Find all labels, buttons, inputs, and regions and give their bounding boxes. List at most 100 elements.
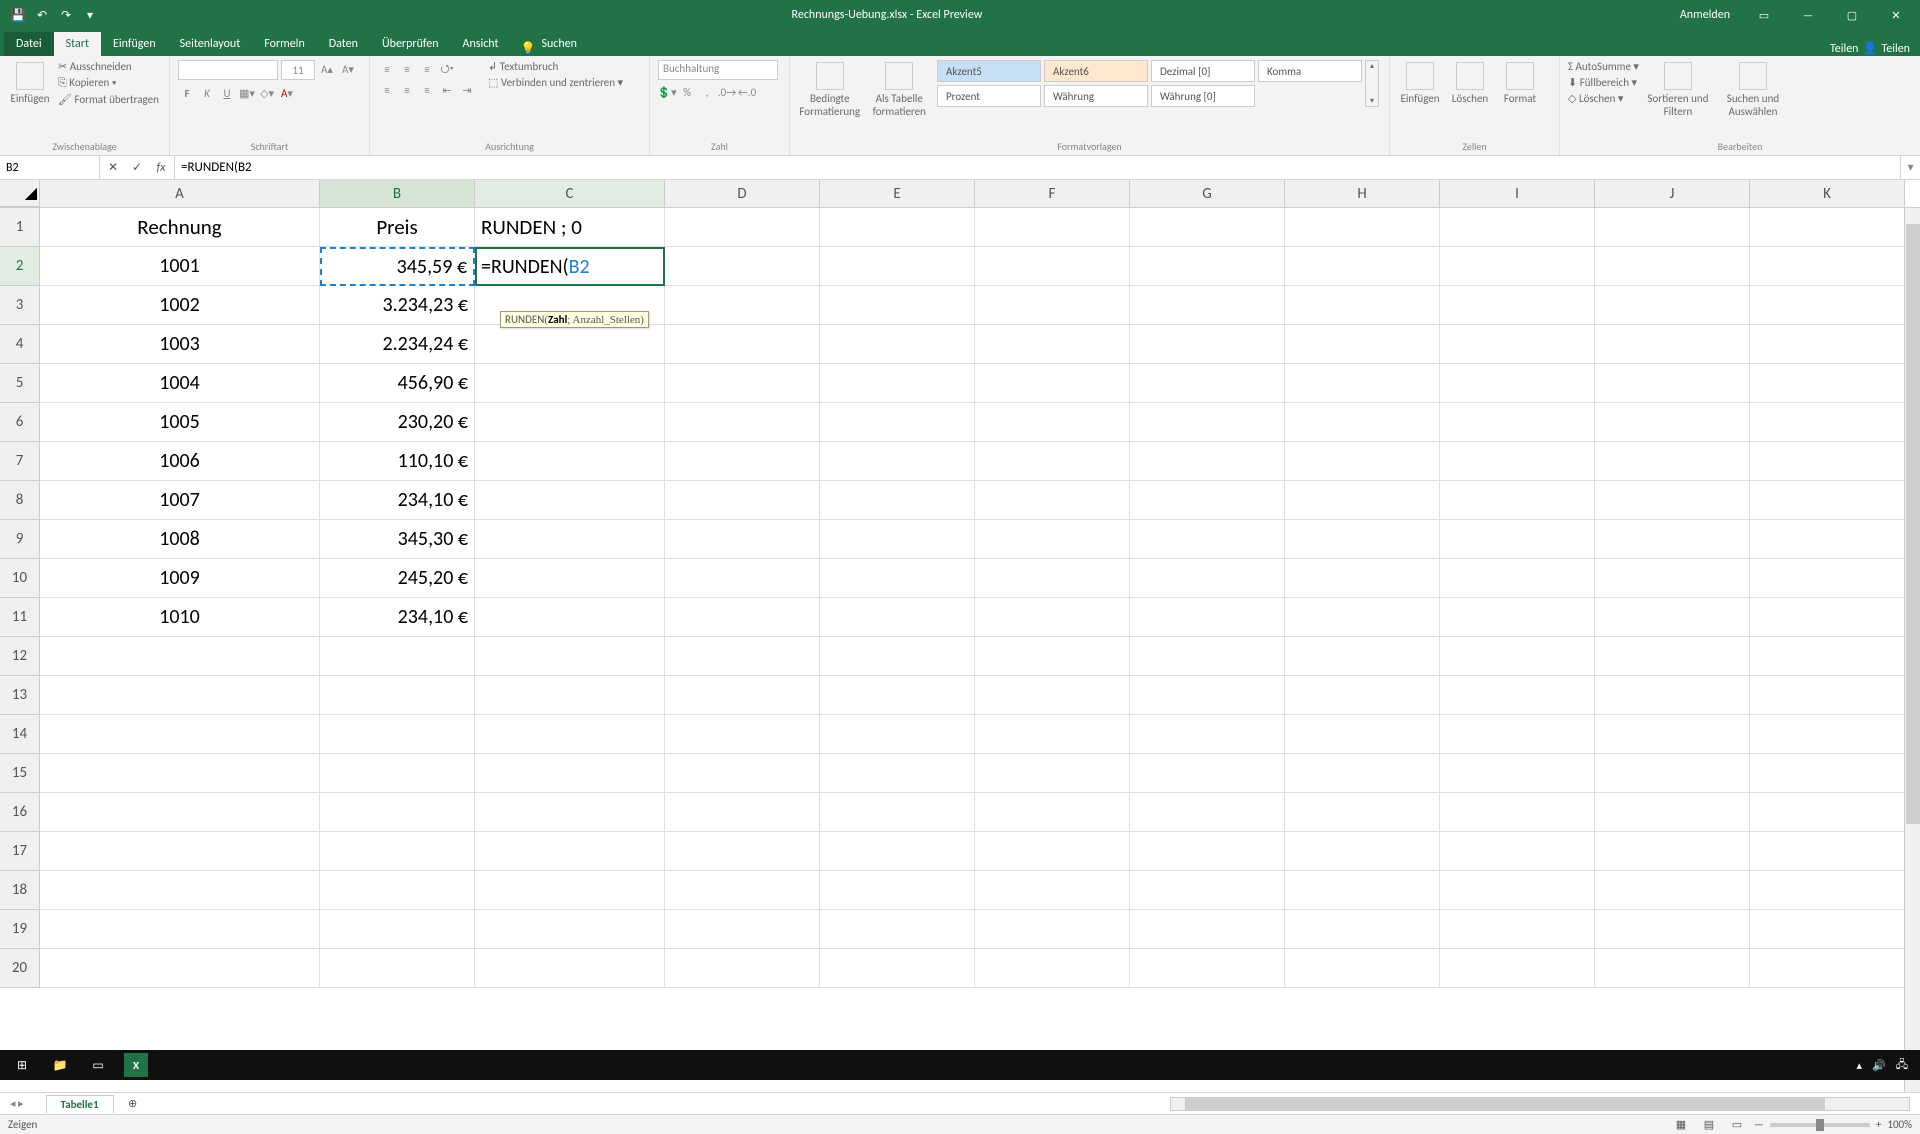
- cell[interactable]: [1440, 442, 1595, 481]
- row-header[interactable]: 18: [0, 871, 40, 910]
- cell[interactable]: [665, 910, 820, 949]
- cell[interactable]: [820, 403, 975, 442]
- share-icon[interactable]: 👤: [1863, 41, 1878, 56]
- cell[interactable]: [1440, 949, 1595, 988]
- vscroll-thumb[interactable]: [1906, 224, 1920, 824]
- col-header-b[interactable]: B: [320, 180, 475, 207]
- cell[interactable]: [1750, 754, 1905, 793]
- cell[interactable]: 234,10 €: [320, 598, 475, 637]
- cell[interactable]: [1285, 286, 1440, 325]
- cell[interactable]: [1750, 208, 1905, 247]
- zoom-level[interactable]: 100%: [1887, 1118, 1912, 1131]
- cell[interactable]: [1130, 325, 1285, 364]
- merge-button[interactable]: ⬚ Verbinden und zentrieren ▾: [488, 76, 623, 89]
- cell[interactable]: 3.234,23 €: [320, 286, 475, 325]
- align-top-icon[interactable]: ≡: [378, 60, 396, 78]
- insert-cells-button[interactable]: Einfügen: [1398, 60, 1442, 107]
- cell[interactable]: [1440, 793, 1595, 832]
- cell[interactable]: [820, 754, 975, 793]
- align-middle-icon[interactable]: ≡: [398, 60, 416, 78]
- cell[interactable]: [475, 949, 665, 988]
- tab-file[interactable]: Datei: [4, 32, 54, 56]
- cell[interactable]: [975, 793, 1130, 832]
- cell[interactable]: [1750, 481, 1905, 520]
- row-header[interactable]: 19: [0, 910, 40, 949]
- col-header-a[interactable]: A: [40, 180, 320, 207]
- cell[interactable]: [1285, 910, 1440, 949]
- cell[interactable]: [1285, 442, 1440, 481]
- cell[interactable]: [975, 208, 1130, 247]
- cell[interactable]: [1595, 910, 1750, 949]
- horizontal-scrollbar[interactable]: [142, 1097, 1920, 1111]
- cell[interactable]: [1285, 325, 1440, 364]
- cell[interactable]: [1750, 832, 1905, 871]
- style-percent[interactable]: Prozent: [937, 85, 1041, 107]
- italic-button[interactable]: K: [198, 84, 216, 102]
- row-header[interactable]: 2: [0, 247, 40, 286]
- row-header[interactable]: 9: [0, 520, 40, 559]
- cell[interactable]: [40, 949, 320, 988]
- minimize-icon[interactable]: —: [1788, 0, 1828, 30]
- cell[interactable]: [1750, 325, 1905, 364]
- cell[interactable]: [475, 559, 665, 598]
- cell[interactable]: Preis: [320, 208, 475, 247]
- cell[interactable]: [1285, 832, 1440, 871]
- cell[interactable]: [975, 754, 1130, 793]
- increase-indent-icon[interactable]: ⇥: [458, 81, 476, 99]
- zoom-out-icon[interactable]: —: [1754, 1118, 1764, 1131]
- cell[interactable]: [40, 676, 320, 715]
- cell[interactable]: [475, 832, 665, 871]
- fill-button[interactable]: ⬇ Füllbereich ▾: [1568, 76, 1639, 89]
- percent-format-icon[interactable]: %: [678, 83, 696, 101]
- cell[interactable]: [1130, 442, 1285, 481]
- cell[interactable]: [665, 247, 820, 286]
- cell[interactable]: 1010: [40, 598, 320, 637]
- col-header-k[interactable]: K: [1750, 180, 1905, 207]
- maximize-icon[interactable]: ▢: [1832, 0, 1872, 30]
- undo-icon[interactable]: ↶: [34, 7, 50, 23]
- insert-function-icon[interactable]: fx: [152, 159, 170, 177]
- cancel-formula-icon[interactable]: ✕: [104, 159, 122, 177]
- cell[interactable]: [1130, 754, 1285, 793]
- cell[interactable]: 2.234,24 €: [320, 325, 475, 364]
- cell[interactable]: [320, 871, 475, 910]
- excel-taskbar-icon[interactable]: X: [124, 1053, 148, 1077]
- share-button[interactable]: Teilen: [1830, 42, 1859, 56]
- cell[interactable]: [1595, 247, 1750, 286]
- tab-review[interactable]: Überprüfen: [370, 32, 451, 56]
- cell[interactable]: 1004: [40, 364, 320, 403]
- cell[interactable]: [975, 676, 1130, 715]
- cell[interactable]: [1440, 520, 1595, 559]
- cell[interactable]: [320, 793, 475, 832]
- cell[interactable]: [320, 910, 475, 949]
- cell[interactable]: [1285, 715, 1440, 754]
- decrease-decimal-icon[interactable]: ←.0: [738, 83, 756, 101]
- cell[interactable]: [1750, 520, 1905, 559]
- cell[interactable]: [40, 637, 320, 676]
- comma-format-icon[interactable]: ,: [698, 83, 716, 101]
- cell[interactable]: 110,10 €: [320, 442, 475, 481]
- decrease-font-icon[interactable]: A▾: [339, 60, 357, 78]
- cell[interactable]: [820, 676, 975, 715]
- cell[interactable]: [1130, 286, 1285, 325]
- increase-font-icon[interactable]: A▴: [318, 60, 336, 78]
- row-header[interactable]: 12: [0, 637, 40, 676]
- cell[interactable]: [1285, 481, 1440, 520]
- cell[interactable]: [975, 403, 1130, 442]
- cell[interactable]: [320, 832, 475, 871]
- cell[interactable]: [665, 364, 820, 403]
- cell[interactable]: [1750, 286, 1905, 325]
- cell[interactable]: 1007: [40, 481, 320, 520]
- cell[interactable]: [40, 871, 320, 910]
- system-tray[interactable]: ▴ 🔊 🖧: [1857, 1056, 1917, 1075]
- tab-formulas[interactable]: Formeln: [252, 32, 316, 56]
- cell[interactable]: [1595, 559, 1750, 598]
- cell[interactable]: [475, 442, 665, 481]
- row-header[interactable]: 20: [0, 949, 40, 988]
- cell[interactable]: [665, 481, 820, 520]
- cell[interactable]: [1440, 325, 1595, 364]
- cell[interactable]: [975, 598, 1130, 637]
- cell[interactable]: [1440, 403, 1595, 442]
- cell[interactable]: [665, 715, 820, 754]
- cell[interactable]: [1750, 559, 1905, 598]
